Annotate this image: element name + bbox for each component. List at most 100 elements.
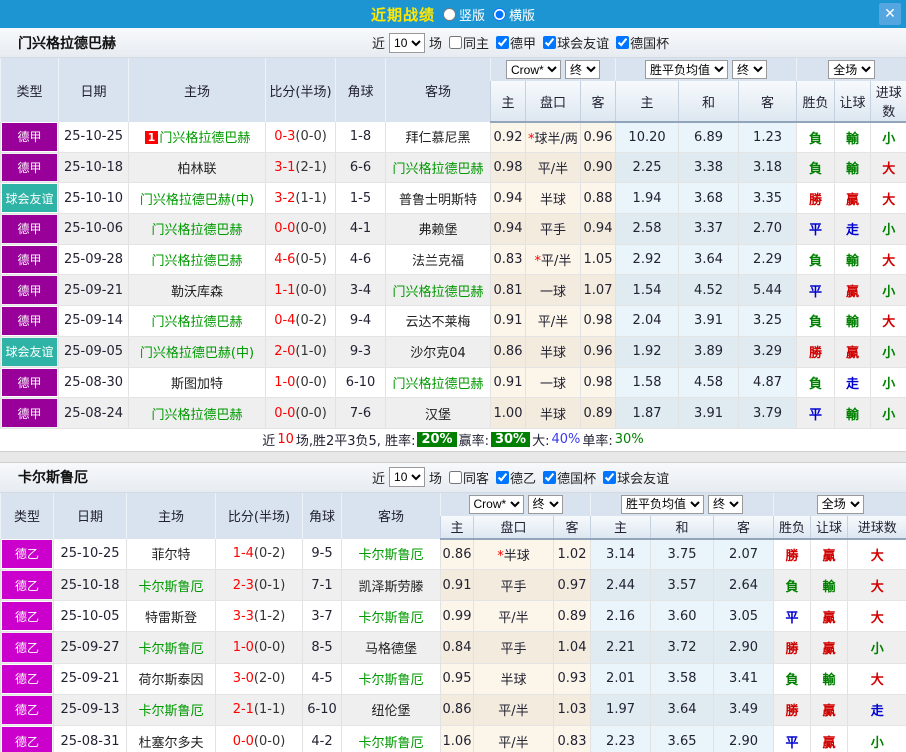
full-match-select[interactable]: 全场 bbox=[817, 495, 864, 514]
away-team-name: 卡尔斯鲁厄 bbox=[358, 611, 423, 626]
layout-radio-vertical-input[interactable] bbox=[443, 8, 456, 21]
same-venue-checkbox-input[interactable] bbox=[449, 471, 462, 484]
recent-results-window: 近期战绩 竖版 横版 ✕ 门兴格拉德巴赫近10场同主德甲球会友谊德国杯类型日期主… bbox=[0, 0, 906, 752]
league-type-badge: 德乙 bbox=[2, 633, 52, 661]
layout-radio-vertical[interactable]: 竖版 bbox=[435, 5, 485, 24]
league-type-badge: 德甲 bbox=[2, 276, 57, 304]
league-checkbox-0[interactable]: 德乙 bbox=[489, 468, 536, 487]
avg-select[interactable]: 胜平负均值 bbox=[645, 60, 728, 79]
league-checkbox-0[interactable]: 德甲 bbox=[489, 33, 536, 52]
avg-draw-cell: 4.58 bbox=[679, 367, 739, 398]
header-group-odds: Crow*终 bbox=[441, 493, 591, 516]
match-date-cell: 25-09-05 bbox=[59, 336, 129, 367]
handicap-cell: 半球 bbox=[526, 336, 581, 367]
match-count-select[interactable]: 10 bbox=[389, 467, 425, 487]
match-date-cell: 25-09-21 bbox=[54, 663, 127, 694]
close-button[interactable]: ✕ bbox=[879, 3, 901, 25]
league-checkbox-1[interactable]: 球会友谊 bbox=[536, 33, 609, 52]
home-team-cell: 勒沃库森 bbox=[129, 275, 266, 306]
match-date-cell: 25-09-28 bbox=[59, 244, 129, 275]
league-type-badge: 德甲 bbox=[2, 399, 57, 427]
sub-header-2: 客 bbox=[554, 516, 591, 539]
goals-result-cell: 走 bbox=[848, 694, 906, 725]
match-date-cell: 25-10-18 bbox=[59, 152, 129, 183]
league-checkbox-input-0[interactable] bbox=[496, 36, 509, 49]
league-checkbox-input-1[interactable] bbox=[543, 471, 556, 484]
league-checkbox-input-0[interactable] bbox=[496, 471, 509, 484]
odds-time-select[interactable]: 终 bbox=[528, 495, 563, 514]
layout-radio-horizontal-input[interactable] bbox=[493, 8, 506, 21]
avg-away-cell: 2.29 bbox=[739, 244, 797, 275]
match-date-cell: 25-09-27 bbox=[54, 632, 127, 663]
league-checkbox-input-1[interactable] bbox=[543, 36, 556, 49]
home-odds-cell: 0.86 bbox=[441, 539, 474, 570]
win-draw-loss-cell: 勝 bbox=[774, 694, 811, 725]
home-team-cell: 卡尔斯鲁厄 bbox=[127, 632, 216, 663]
league-checkbox-1[interactable]: 德国杯 bbox=[536, 468, 596, 487]
avg-time-select[interactable]: 终 bbox=[708, 495, 743, 514]
home-team-name: 门兴格拉德巴赫 bbox=[151, 223, 242, 238]
table-row: 德乙25-09-27卡尔斯鲁厄1-0(0-0)8-5马格德堡0.84平手1.04… bbox=[1, 632, 906, 663]
away-team-cell: 弗赖堡 bbox=[386, 214, 491, 245]
score-cell: 2-1(1-1) bbox=[216, 694, 303, 725]
column-header-type: 类型 bbox=[1, 493, 54, 539]
win-draw-loss-cell: 平 bbox=[797, 214, 835, 245]
away-team-name: 门兴格拉德巴赫 bbox=[392, 377, 483, 392]
home-team-cell: 门兴格拉德巴赫 bbox=[129, 214, 266, 245]
match-count-select[interactable]: 10 bbox=[389, 33, 425, 53]
handicap-cell: 平/半 bbox=[474, 726, 554, 752]
league-checkbox-input-2[interactable] bbox=[603, 471, 616, 484]
sub-header-3: 主 bbox=[591, 516, 651, 539]
same-venue-checkbox-input[interactable] bbox=[449, 36, 462, 49]
sub-header-4: 和 bbox=[679, 81, 739, 122]
league-type-badge: 德乙 bbox=[2, 571, 52, 599]
same-venue-checkbox[interactable]: 同客 bbox=[442, 468, 489, 487]
league-checkbox-2[interactable]: 德国杯 bbox=[609, 33, 669, 52]
odds-time-select[interactable]: 终 bbox=[565, 60, 600, 79]
match-type-cell: 德甲 bbox=[1, 398, 59, 429]
same-venue-checkbox[interactable]: 同主 bbox=[442, 33, 489, 52]
handicap-result-cell: 贏 bbox=[811, 601, 848, 632]
score-fulltime: 1-0 bbox=[233, 640, 254, 655]
avg-select[interactable]: 胜平负均值 bbox=[621, 495, 704, 514]
handicap-result-cell: 輸 bbox=[835, 122, 871, 152]
match-date-cell: 25-08-31 bbox=[54, 726, 127, 752]
avg-away-cell: 3.79 bbox=[739, 398, 797, 429]
table-row: 德甲25-09-28门兴格拉德巴赫4-6(0-5)4-6法兰克福0.83*平/半… bbox=[1, 244, 906, 275]
sub-header-4: 和 bbox=[651, 516, 714, 539]
score-fulltime: 0-4 bbox=[274, 313, 295, 328]
red-card-badge: 1 bbox=[145, 131, 159, 144]
layout-radio-horizontal[interactable]: 横版 bbox=[485, 5, 535, 24]
league-label-0: 德甲 bbox=[510, 33, 536, 52]
match-date-cell: 25-10-25 bbox=[59, 122, 129, 152]
match-type-cell: 德乙 bbox=[1, 539, 54, 570]
league-type-badge: 德乙 bbox=[2, 696, 52, 724]
sub-header-1: 盘口 bbox=[526, 81, 581, 122]
away-team-name: 门兴格拉德巴赫 bbox=[392, 162, 483, 177]
match-date-cell: 25-10-06 bbox=[59, 214, 129, 245]
avg-home-cell: 2.16 bbox=[591, 601, 651, 632]
home-team-name: 柏林联 bbox=[177, 162, 216, 177]
full-match-select[interactable]: 全场 bbox=[828, 60, 875, 79]
away-team-cell: 拜仁慕尼黑 bbox=[386, 122, 491, 152]
odds-source-select[interactable]: Crow* bbox=[469, 495, 524, 514]
avg-draw-cell: 3.64 bbox=[679, 244, 739, 275]
handicap-cell: 平/半 bbox=[474, 694, 554, 725]
league-checkbox-input-2[interactable] bbox=[616, 36, 629, 49]
corners-cell: 9-3 bbox=[336, 336, 386, 367]
score-fulltime: 2-0 bbox=[274, 344, 295, 359]
odds-source-select[interactable]: Crow* bbox=[506, 60, 561, 79]
win-draw-loss-cell: 勝 bbox=[774, 539, 811, 570]
summary-part-7: 40% bbox=[551, 432, 580, 447]
section-team-title: 卡尔斯鲁厄 bbox=[18, 467, 88, 487]
avg-time-select[interactable]: 终 bbox=[732, 60, 767, 79]
avg-home-cell: 1.87 bbox=[616, 398, 679, 429]
league-checkbox-2[interactable]: 球会友谊 bbox=[596, 468, 669, 487]
score-cell: 2-3(0-1) bbox=[216, 570, 303, 601]
match-type-cell: 德乙 bbox=[1, 632, 54, 663]
home-odds-cell: 0.94 bbox=[491, 183, 526, 214]
table-row: 球会友谊25-09-05门兴格拉德巴赫(中)2-0(1-0)9-3沙尔克040.… bbox=[1, 336, 906, 367]
handicap-cell: 平手 bbox=[474, 632, 554, 663]
home-odds-cell: 1.00 bbox=[491, 398, 526, 429]
home-odds-cell: 0.94 bbox=[491, 214, 526, 245]
